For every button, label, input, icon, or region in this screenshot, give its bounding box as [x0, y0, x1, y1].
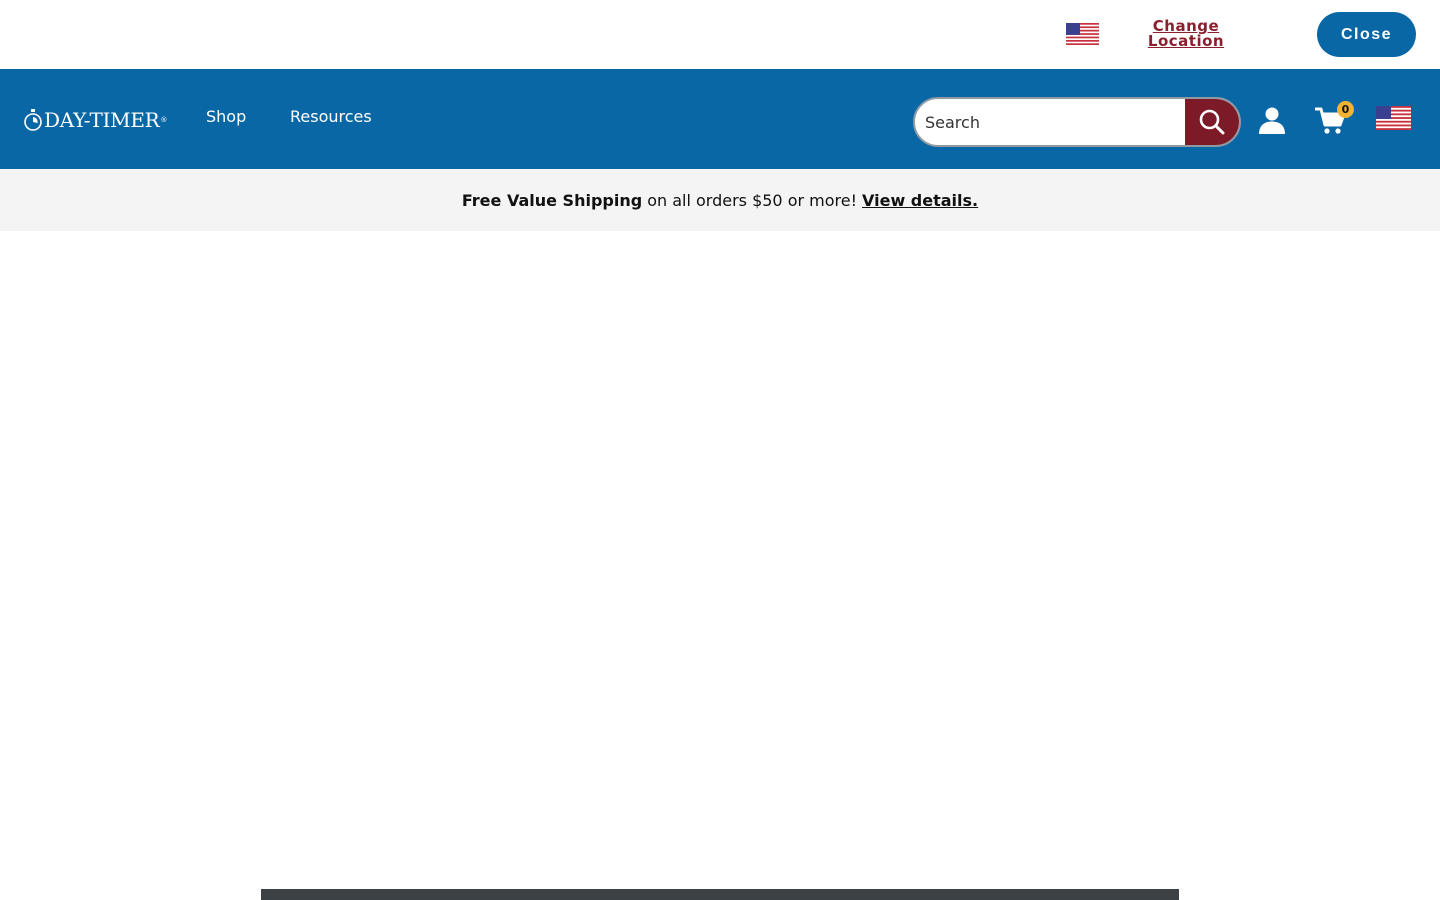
search-input[interactable] [915, 99, 1185, 145]
site-header: DAY-TIMER ® Shop Resources 0 [0, 69, 1440, 169]
bottom-dark-bar [261, 889, 1179, 900]
close-button[interactable]: Close [1317, 12, 1416, 57]
cart-count-badge: 0 [1337, 101, 1354, 118]
nav-shop[interactable]: Shop [206, 107, 246, 126]
location-bar: Change Location Close [0, 0, 1440, 69]
search-icon [1199, 109, 1225, 135]
view-details-link[interactable]: View details. [862, 191, 978, 210]
logo-text: DAY-TIMER [44, 108, 160, 132]
promo-text: on all orders $50 or more! [647, 190, 858, 210]
us-flag-icon [1066, 23, 1099, 45]
account-icon[interactable] [1258, 106, 1286, 134]
logo-registered-mark: ® [160, 116, 168, 124]
nav-resources[interactable]: Resources [290, 107, 372, 126]
change-location-link[interactable]: Change Location [1140, 19, 1232, 49]
search-button[interactable] [1185, 99, 1239, 145]
day-timer-logo[interactable]: DAY-TIMER ® [24, 107, 167, 133]
stopwatch-logo-icon [24, 109, 42, 131]
search-box [913, 97, 1241, 147]
free-shipping-banner: Free Value Shipping on all orders $50 or… [0, 169, 1440, 231]
promo-headline: Free Value Shipping [461, 190, 643, 210]
us-flag-icon[interactable] [1376, 106, 1411, 130]
